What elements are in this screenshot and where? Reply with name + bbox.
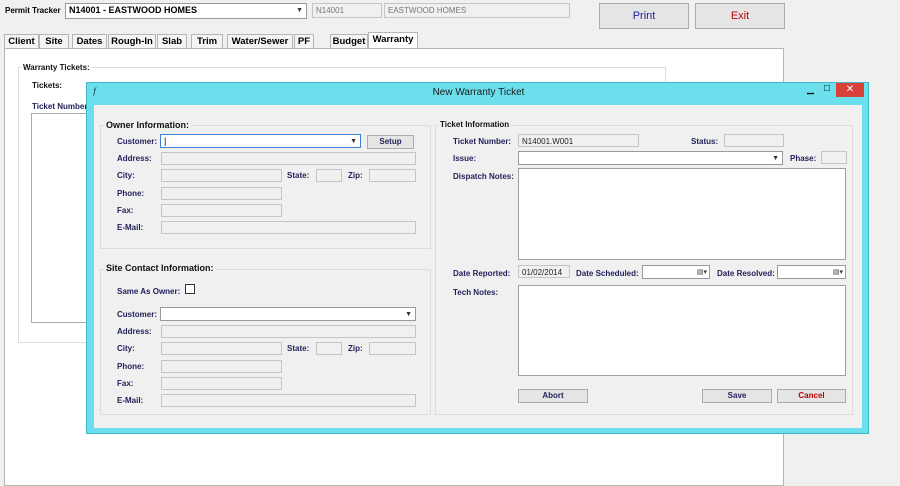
- site-state-field[interactable]: [316, 342, 342, 355]
- site-zip-label: Zip:: [348, 344, 363, 353]
- site-phone-field[interactable]: [161, 360, 282, 373]
- owner-information-title: Owner Information:: [104, 120, 191, 130]
- tickets-label: Tickets:: [32, 81, 63, 90]
- owner-email-label: E-Mail:: [117, 223, 144, 232]
- dialog-client-area: Owner Information: Customer: | ▼ Setup Ad…: [94, 105, 862, 428]
- owner-phone-label: Phone:: [117, 189, 145, 198]
- chevron-down-icon: ▼: [772, 155, 779, 162]
- owner-address-label: Address:: [117, 154, 152, 163]
- site-email-label: E-Mail:: [117, 396, 144, 405]
- owner-address-field[interactable]: [161, 152, 416, 165]
- site-zip-field[interactable]: [369, 342, 416, 355]
- date-scheduled-picker[interactable]: ▤▾: [642, 265, 710, 279]
- owner-customer-select[interactable]: | ▼: [160, 134, 361, 148]
- site-contact-title: Site Contact Information:: [104, 263, 216, 273]
- same-as-owner-label: Same As Owner:: [117, 287, 181, 296]
- save-button[interactable]: Save: [702, 389, 772, 403]
- date-reported-label: Date Reported:: [453, 269, 511, 278]
- issue-label: Issue:: [453, 154, 477, 163]
- site-fax-label: Fax:: [117, 379, 134, 388]
- site-fax-field[interactable]: [161, 377, 282, 390]
- owner-fax-field[interactable]: [161, 204, 282, 217]
- exit-button[interactable]: Exit: [695, 3, 785, 29]
- site-state-label: State:: [287, 344, 310, 353]
- tickets-list[interactable]: [31, 113, 93, 323]
- dispatch-notes-label: Dispatch Notes:: [453, 172, 514, 181]
- date-resolved-label: Date Resolved:: [717, 269, 775, 278]
- chevron-down-icon: ▼: [296, 7, 303, 14]
- ticket-information-title: Ticket Information: [438, 120, 512, 129]
- owner-phone-field[interactable]: [161, 187, 282, 200]
- abort-button[interactable]: Abort: [518, 389, 588, 403]
- status-field: [724, 134, 784, 147]
- tech-notes-label: Tech Notes:: [453, 288, 499, 297]
- site-customer-select[interactable]: ▼: [160, 307, 416, 321]
- dialog-title: New Warranty Ticket: [432, 87, 525, 98]
- minimize-icon[interactable]: ▁: [807, 84, 814, 95]
- tab-rough-in[interactable]: Rough-In: [108, 34, 156, 49]
- tab-slab[interactable]: Slab: [157, 34, 187, 49]
- site-city-field[interactable]: [161, 342, 282, 355]
- permit-tracker-label: Permit Tracker: [5, 6, 61, 15]
- site-email-field[interactable]: [161, 394, 416, 407]
- same-as-owner-checkbox[interactable]: [185, 284, 195, 294]
- setup-button[interactable]: Setup: [367, 135, 414, 149]
- ticket-number-column-label: Ticket Number:: [32, 102, 91, 111]
- print-button[interactable]: Print: [599, 3, 689, 29]
- chevron-down-icon: ▼: [405, 311, 412, 318]
- tab-site[interactable]: Site: [39, 34, 69, 49]
- phase-field: [821, 151, 847, 164]
- status-label: Status:: [691, 137, 719, 146]
- owner-state-field[interactable]: [316, 169, 342, 182]
- site-city-label: City:: [117, 344, 135, 353]
- owner-city-label: City:: [117, 171, 135, 180]
- issue-select[interactable]: ▼: [518, 151, 783, 165]
- tab-warranty[interactable]: Warranty: [368, 32, 418, 49]
- owner-zip-field[interactable]: [369, 169, 416, 182]
- permit-select-value: N14001 - EASTWOOD HOMES: [69, 5, 198, 15]
- tech-notes-textarea[interactable]: [518, 285, 846, 376]
- site-customer-label: Customer:: [117, 310, 158, 319]
- owner-zip-label: Zip:: [348, 171, 363, 180]
- tab-water-sewer[interactable]: Water/Sewer: [227, 34, 293, 49]
- date-resolved-picker[interactable]: ▤▾: [777, 265, 846, 279]
- cancel-button[interactable]: Cancel: [777, 389, 846, 403]
- date-scheduled-label: Date Scheduled:: [576, 269, 639, 278]
- chevron-down-icon: ▼: [350, 138, 357, 145]
- tab-client[interactable]: Client: [4, 34, 39, 49]
- maximize-icon[interactable]: □: [824, 83, 830, 94]
- owner-state-label: State:: [287, 171, 310, 180]
- permit-select[interactable]: N14001 - EASTWOOD HOMES ▼: [65, 3, 307, 19]
- owner-email-field[interactable]: [161, 221, 416, 234]
- owner-customer-label: Customer:: [117, 137, 158, 146]
- calendar-icon: ▤▾: [832, 269, 843, 276]
- tab-trim[interactable]: Trim: [191, 34, 223, 49]
- phase-label: Phase:: [790, 154, 817, 163]
- ticket-number-field: N14001.W001: [518, 134, 639, 147]
- date-reported-field: 01/02/2014: [518, 265, 570, 278]
- site-address-field[interactable]: [161, 325, 416, 338]
- calendar-icon: ▤▾: [696, 269, 707, 276]
- owner-city-field[interactable]: [161, 169, 282, 182]
- close-button[interactable]: ✕: [836, 83, 864, 97]
- site-address-label: Address:: [117, 327, 152, 336]
- new-warranty-ticket-dialog: ƒ New Warranty Ticket ▁ □ ✕ Owner Inform…: [86, 82, 869, 434]
- warranty-tickets-title: Warranty Tickets:: [21, 63, 92, 72]
- site-phone-label: Phone:: [117, 362, 145, 371]
- tab-dates[interactable]: Dates: [72, 34, 107, 49]
- owner-fax-label: Fax:: [117, 206, 134, 215]
- tab-pf[interactable]: PF: [294, 34, 314, 49]
- ticket-number-label: Ticket Number:: [453, 137, 512, 146]
- builder-name-field: EASTWOOD HOMES: [384, 3, 570, 18]
- tab-budget[interactable]: Budget: [330, 34, 368, 49]
- permit-code-field: N14001: [312, 3, 382, 18]
- dispatch-notes-textarea[interactable]: [518, 168, 846, 260]
